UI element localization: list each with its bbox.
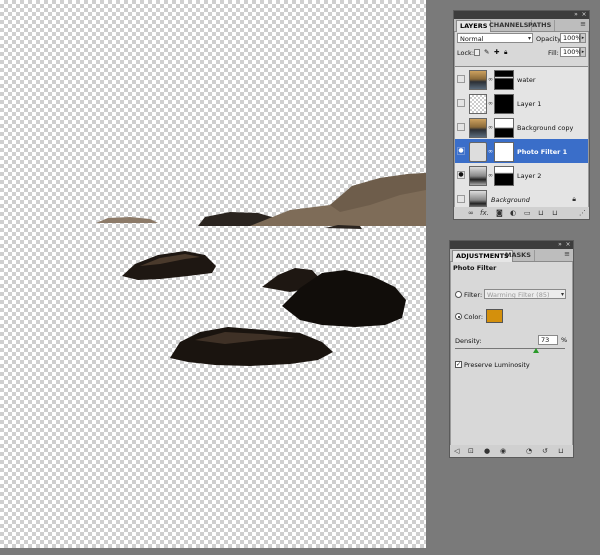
- mask-icon[interactable]: ◙: [496, 209, 503, 217]
- view-previous-icon[interactable]: ◔: [526, 447, 532, 455]
- new-layer-icon[interactable]: ⊔: [538, 209, 543, 217]
- trash-icon[interactable]: ⊔: [558, 447, 563, 455]
- visibility-toggle[interactable]: [457, 75, 465, 83]
- layer-mask-thumbnail[interactable]: [494, 118, 514, 138]
- filter-select[interactable]: Warming Filter (85) ▾: [484, 289, 566, 299]
- layer-name: Photo Filter 1: [517, 148, 568, 156]
- close-icon[interactable]: ×: [565, 242, 571, 248]
- layers-bottom-bar: ∞ fx. ◙ ◐ ▭ ⊔ ⊔ ⋰: [454, 207, 589, 219]
- fill-arrow-icon[interactable]: ▸: [580, 47, 586, 57]
- density-unit: %: [561, 336, 568, 344]
- blend-mode-select[interactable]: Normal ▾: [457, 33, 533, 43]
- layer-mask-thumbnail[interactable]: [494, 142, 514, 162]
- preserve-luminosity-label: Preserve Luminosity: [464, 361, 530, 369]
- link-layers-icon[interactable]: ∞: [468, 209, 474, 217]
- lock-transparent-icon[interactable]: [474, 49, 480, 56]
- visibility-toggle[interactable]: [457, 195, 465, 203]
- layer-thumbnail: [469, 118, 487, 138]
- collapse-icon[interactable]: »: [557, 242, 563, 248]
- lock-move-icon[interactable]: ✚: [494, 48, 499, 56]
- layer-name: Background: [491, 196, 530, 204]
- lock-icon[interactable]: 🔒︎: [504, 48, 507, 57]
- reset-icon[interactable]: ↺: [542, 447, 548, 455]
- density-label: Density:: [455, 337, 482, 345]
- opacity-arrow-icon[interactable]: ▸: [580, 33, 586, 43]
- panel-menu-icon[interactable]: ≡: [580, 20, 586, 28]
- document-canvas[interactable]: [0, 0, 426, 548]
- blend-mode-value: Normal: [460, 35, 484, 43]
- layer-thumbnail: [469, 70, 487, 90]
- new-adjustment-icon[interactable]: ◐: [510, 209, 516, 217]
- back-arrow-icon[interactable]: ◁: [454, 447, 459, 455]
- chain-link-icon[interactable]: ∞: [488, 100, 493, 107]
- layer-thumbnail: [469, 166, 487, 186]
- density-field[interactable]: 73: [538, 335, 558, 345]
- far-island-left: [96, 217, 158, 223]
- fill-field[interactable]: 100%: [560, 47, 582, 57]
- lock-label: Lock:: [457, 49, 475, 57]
- filter-label: Filter:: [464, 291, 483, 299]
- panel-menu-icon[interactable]: ≡: [564, 250, 570, 258]
- eye-icon[interactable]: ●: [457, 171, 465, 179]
- visibility-toggle[interactable]: [457, 123, 465, 131]
- color-label: Color:: [464, 313, 484, 321]
- adjustments-tabbar: ADJUSTMENTS MASKS ≡: [450, 249, 573, 262]
- adjustment-icon: [469, 142, 487, 162]
- rock-left: [122, 251, 216, 280]
- clip-icon[interactable]: ●: [484, 447, 490, 455]
- chevron-down-icon: ▾: [560, 291, 564, 298]
- fx-icon[interactable]: fx.: [480, 209, 489, 217]
- panel-heading: Photo Filter: [453, 264, 497, 272]
- lock-icon: 🔒︎: [572, 195, 576, 203]
- tab-paths[interactable]: PATHS: [525, 20, 556, 31]
- filter-radio[interactable]: [455, 291, 462, 298]
- layer-name: water: [517, 76, 536, 84]
- adjustments-bottom-bar: ◁ ⊡ ● ◉ ◔ ↺ ⊔: [450, 445, 573, 457]
- layers-panel: » × LAYERS CHANNELS PATHS ≡ Normal ▾ Opa…: [453, 10, 590, 220]
- resize-grip-icon[interactable]: ⋰: [579, 209, 586, 217]
- preserve-luminosity-checkbox[interactable]: ✓: [455, 361, 462, 368]
- layer-name: Background copy: [517, 124, 574, 132]
- layer-name: Layer 2: [517, 172, 542, 180]
- collapse-icon[interactable]: »: [573, 12, 579, 18]
- color-radio[interactable]: [455, 313, 462, 320]
- density-slider-thumb[interactable]: [533, 348, 539, 353]
- tab-masks[interactable]: MASKS: [502, 250, 535, 261]
- chevron-down-icon: ▾: [527, 35, 531, 42]
- chain-link-icon[interactable]: ∞: [488, 124, 493, 131]
- adjustments-panel: » × ADJUSTMENTS MASKS ≡ Photo Filter Fil…: [449, 240, 574, 458]
- visibility-icon[interactable]: ◉: [500, 447, 506, 455]
- filter-select-value: Warming Filter (85): [487, 291, 550, 299]
- layer-name: Layer 1: [517, 100, 542, 108]
- layers-list: ∞ water ∞ Layer 1 ∞ Background copy ● ∞ …: [455, 66, 588, 215]
- chain-link-icon[interactable]: ∞: [488, 148, 493, 155]
- folder-icon[interactable]: ▭: [524, 209, 531, 217]
- layer-mask-thumbnail[interactable]: [494, 70, 514, 90]
- layer-thumbnail: [469, 94, 487, 114]
- density-slider[interactable]: [455, 348, 565, 349]
- layer-mask-thumbnail[interactable]: [494, 94, 514, 114]
- chain-link-icon[interactable]: ∞: [488, 172, 493, 179]
- layers-tabbar: LAYERS CHANNELS PATHS ≡: [454, 19, 589, 32]
- opacity-field[interactable]: 100%: [560, 33, 582, 43]
- expand-icon[interactable]: ⊡: [468, 447, 474, 455]
- close-icon[interactable]: ×: [581, 12, 587, 18]
- fill-label: Fill:: [548, 49, 559, 57]
- lock-brush-icon[interactable]: ✎: [484, 48, 489, 56]
- color-swatch[interactable]: [486, 309, 503, 323]
- opacity-label: Opacity:: [536, 35, 563, 43]
- visibility-toggle[interactable]: [457, 99, 465, 107]
- trash-icon[interactable]: ⊔: [552, 209, 557, 217]
- rock-bottom: [170, 327, 333, 366]
- panel-title-bar[interactable]: » ×: [454, 11, 589, 19]
- chain-link-icon[interactable]: ∞: [488, 76, 493, 83]
- canvas-artwork: [96, 173, 426, 366]
- eye-icon[interactable]: ●: [457, 147, 465, 155]
- layer-mask-thumbnail[interactable]: [494, 166, 514, 186]
- panel-title-bar[interactable]: » ×: [450, 241, 573, 249]
